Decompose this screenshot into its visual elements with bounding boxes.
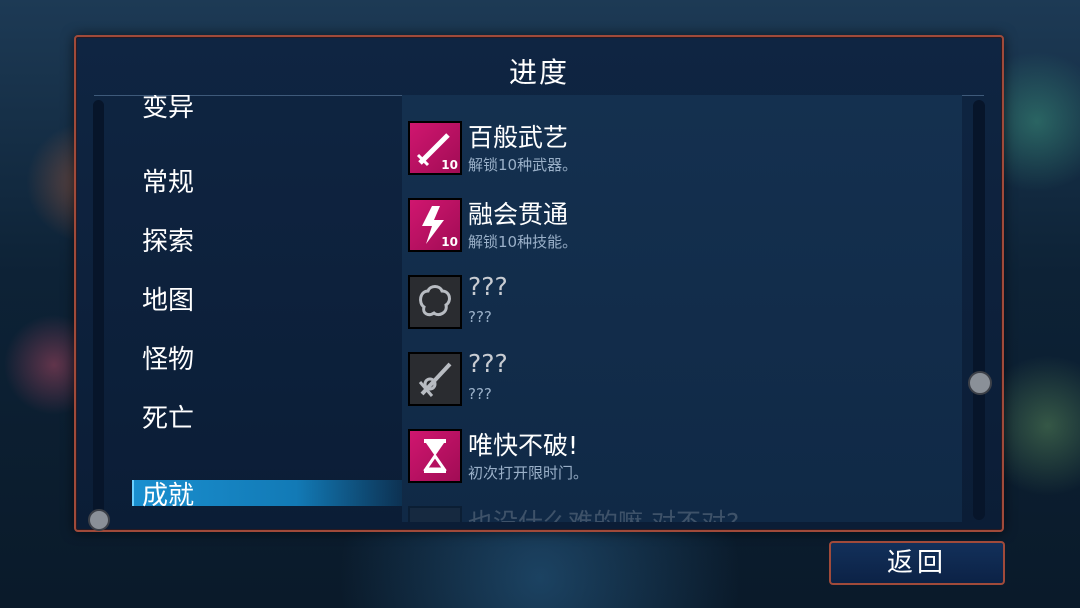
achievement-desc: 初次打开限时门。 <box>468 464 589 482</box>
achievement-list: 10 百般武艺 解锁10种武器。 10 融会贯通 解锁10种技能。 ??? ??… <box>402 95 962 522</box>
category-list: 变异 常规 探索 地图 怪物 死亡 成就 <box>132 95 402 510</box>
sword-icon: 10 <box>408 121 462 175</box>
achievement-title: 融会贯通 <box>468 200 569 229</box>
hourglass-icon <box>408 429 462 483</box>
achievement-item[interactable]: 唯快不破! 初次打开限时门。 <box>408 429 948 495</box>
category-item-monsters[interactable]: 怪物 <box>142 339 194 376</box>
category-item-explore[interactable]: 探索 <box>142 221 194 258</box>
back-button[interactable]: 返回 <box>829 541 1005 585</box>
achievement-title: ??? <box>468 349 508 378</box>
category-item-general[interactable]: 常规 <box>142 162 194 199</box>
achievement-desc: ??? <box>468 385 492 403</box>
achievement-count-badge: 10 <box>441 235 458 249</box>
category-item-death[interactable]: 死亡 <box>142 398 194 435</box>
panel-title: 进度 <box>508 56 569 89</box>
achievement-item[interactable]: 也没什么难的嘛,对不对? <box>408 506 948 522</box>
achievement-desc: 解锁10种武器。 <box>468 156 578 174</box>
achievement-title: ??? <box>468 272 508 301</box>
category-scrollbar[interactable] <box>93 100 104 520</box>
progress-panel: 进度 变异 常规 探索 地图 怪物 死亡 成就 10 百般武艺 解锁10种武器。 <box>74 35 1004 532</box>
category-item-map[interactable]: 地图 <box>142 280 194 317</box>
category-item-achievements[interactable]: 成就 <box>142 475 194 510</box>
category-item-mutation[interactable]: 变异 <box>142 95 194 124</box>
dagger-icon <box>408 352 462 406</box>
achievement-title: 唯快不破! <box>468 431 579 460</box>
achievement-scrollbar[interactable] <box>973 100 985 520</box>
achievement-item[interactable]: 10 融会贯通 解锁10种技能。 <box>408 198 948 264</box>
achievement-title: 也没什么难的嘛,对不对? <box>468 503 739 522</box>
achievement-desc: 解锁10种技能。 <box>468 233 578 251</box>
lightning-icon: 10 <box>408 198 462 252</box>
category-scroll-knob[interactable] <box>88 509 110 531</box>
achievement-count-badge: 10 <box>441 158 458 172</box>
achievement-item[interactable]: ??? ??? <box>408 272 948 341</box>
achievement-scroll-knob[interactable] <box>968 371 992 395</box>
brain-icon <box>408 506 462 522</box>
achievement-desc: ??? <box>468 308 492 326</box>
achievement-item[interactable]: ??? ??? <box>408 349 948 418</box>
brain-icon <box>408 275 462 329</box>
achievement-item[interactable]: 10 百般武艺 解锁10种武器。 <box>408 121 948 187</box>
achievement-title: 百般武艺 <box>468 123 569 152</box>
